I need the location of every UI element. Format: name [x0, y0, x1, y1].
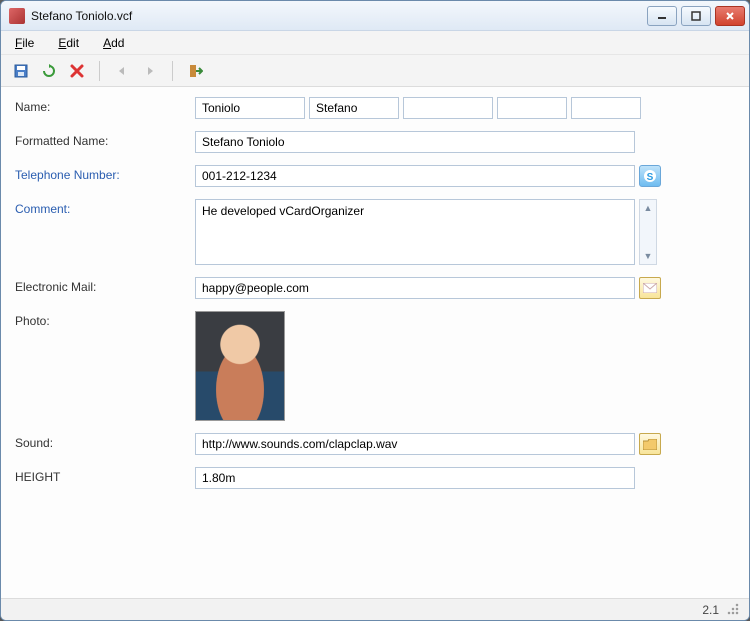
menu-file[interactable]: File: [11, 34, 38, 52]
skype-button[interactable]: S: [639, 165, 661, 187]
save-button[interactable]: [9, 59, 33, 83]
prev-button[interactable]: [110, 59, 134, 83]
label-name: Name:: [15, 97, 195, 114]
content-area: Name: Formatted Name: Telephone Number: …: [1, 87, 749, 598]
close-button[interactable]: [715, 6, 745, 26]
statusbar: 2.1: [1, 598, 749, 620]
family-name-input[interactable]: [195, 97, 305, 119]
titlebar[interactable]: Stefano Toniolo.vcf: [1, 1, 749, 31]
email-button[interactable]: [639, 277, 661, 299]
resize-grip[interactable]: [727, 603, 741, 617]
toolbar-separator: [172, 61, 173, 81]
row-name: Name:: [15, 97, 735, 119]
row-email: Electronic Mail:: [15, 277, 735, 299]
prefix-input[interactable]: [497, 97, 567, 119]
svg-text:S: S: [647, 172, 654, 183]
next-button[interactable]: [138, 59, 162, 83]
sound-browse-button[interactable]: [639, 433, 661, 455]
photo-preview[interactable]: [195, 311, 285, 421]
row-telephone: Telephone Number: S: [15, 165, 735, 187]
menu-edit[interactable]: Edit: [54, 34, 83, 52]
additional-name-input[interactable]: [403, 97, 493, 119]
menubar: File Edit Add: [1, 31, 749, 55]
menu-add[interactable]: Add: [99, 34, 128, 52]
delete-button[interactable]: [65, 59, 89, 83]
window-controls: [647, 6, 745, 26]
height-input[interactable]: [195, 467, 635, 489]
scroll-down-icon[interactable]: ▼: [640, 248, 656, 264]
given-name-input[interactable]: [309, 97, 399, 119]
row-sound: Sound:: [15, 433, 735, 455]
label-sound: Sound:: [15, 433, 195, 450]
telephone-input[interactable]: [195, 165, 635, 187]
toolbar: [1, 55, 749, 87]
refresh-button[interactable]: [37, 59, 61, 83]
label-comment[interactable]: Comment:: [15, 199, 195, 216]
status-version: 2.1: [702, 603, 719, 617]
label-email: Electronic Mail:: [15, 277, 195, 294]
toolbar-separator: [99, 61, 100, 81]
maximize-button[interactable]: [681, 6, 711, 26]
label-formatted-name: Formatted Name:: [15, 131, 195, 148]
label-photo: Photo:: [15, 311, 195, 328]
email-input[interactable]: [195, 277, 635, 299]
comment-scrollbar[interactable]: ▲ ▼: [639, 199, 657, 265]
app-window: Stefano Toniolo.vcf File Edit Add: [0, 0, 750, 621]
minimize-button[interactable]: [647, 6, 677, 26]
row-height: HEIGHT: [15, 467, 735, 489]
sound-input[interactable]: [195, 433, 635, 455]
suffix-input[interactable]: [571, 97, 641, 119]
row-photo: Photo:: [15, 311, 735, 421]
label-height: HEIGHT: [15, 467, 195, 484]
comment-input[interactable]: [195, 199, 635, 265]
app-icon: [9, 8, 25, 24]
formatted-name-input[interactable]: [195, 131, 635, 153]
exit-button[interactable]: [183, 59, 207, 83]
window-title: Stefano Toniolo.vcf: [31, 9, 647, 23]
label-telephone[interactable]: Telephone Number:: [15, 165, 195, 182]
row-formatted-name: Formatted Name:: [15, 131, 735, 153]
scroll-up-icon[interactable]: ▲: [640, 200, 656, 216]
row-comment: Comment: ▲ ▼: [15, 199, 735, 265]
